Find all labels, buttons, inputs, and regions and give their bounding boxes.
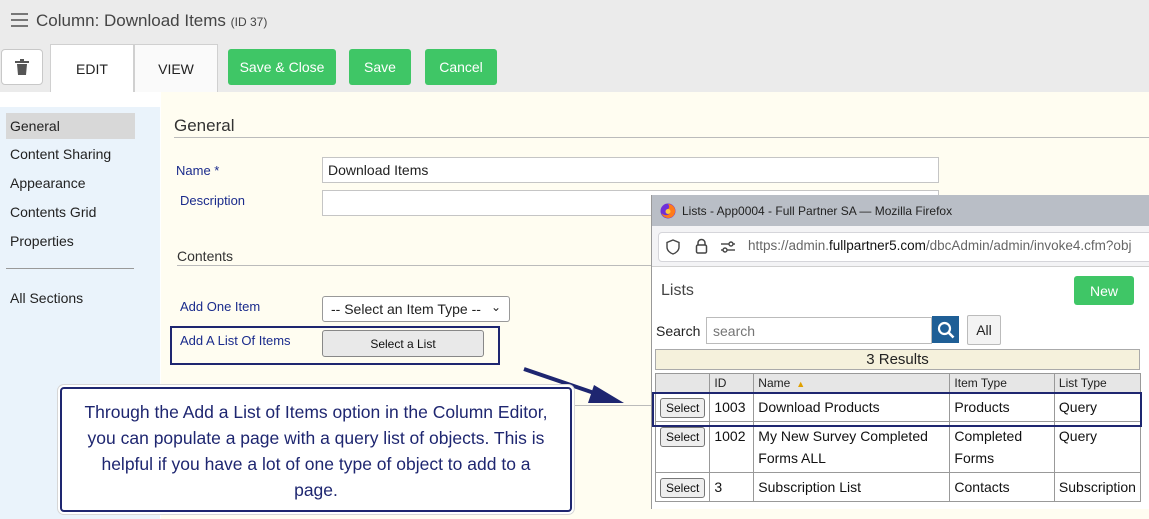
chevron-down-icon: ⌄ — [490, 300, 501, 314]
table-row: Select 1002 My New Survey Completed Form… — [654, 421, 1142, 473]
url-prefix: https://admin. — [748, 238, 830, 253]
name-input[interactable]: Download Items — [322, 157, 939, 183]
delete-button[interactable] — [1, 49, 43, 85]
top-bar: Column: Download Items (ID 37) EDIT VIEW… — [0, 0, 1149, 92]
nav-item-contents-grid[interactable]: Contents Grid — [6, 199, 135, 225]
column-header-name-label: Name — [758, 376, 791, 390]
table-cell-action: Select — [654, 421, 711, 473]
tab-view[interactable]: VIEW — [134, 44, 218, 92]
select-row-button[interactable]: Select — [660, 478, 706, 498]
table-cell-action: Select — [654, 472, 711, 502]
table-cell-id: 3 — [709, 472, 755, 502]
column-header-list-type[interactable]: List Type — [1053, 373, 1142, 393]
description-label: Description — [180, 193, 246, 208]
page-title: Column: Download Items (ID 37) — [36, 11, 267, 31]
table-header-row: ID Name ▲ Item Type List Type — [654, 373, 1142, 393]
table-cell-name: My New Survey Completed Forms ALL — [753, 421, 951, 473]
callout-box: Through the Add a List of Items option i… — [60, 387, 572, 512]
permissions-icon[interactable] — [720, 240, 736, 254]
save-close-button[interactable]: Save & Close — [228, 49, 336, 85]
first-row-highlight — [652, 392, 1142, 427]
url-text: https://admin.fullpartner5.com/dbcAdmin/… — [748, 238, 1131, 253]
lists-heading: Lists — [661, 282, 694, 299]
table-cell-list-type: Subscription — [1053, 472, 1142, 502]
popup-content: Lists New Search All 3 Results ID Name ▲ … — [652, 267, 1149, 509]
nav-item-all-sections[interactable]: All Sections — [6, 285, 135, 311]
add-one-item-label: Add One Item — [180, 299, 261, 314]
column-header-name[interactable]: Name ▲ — [753, 373, 951, 393]
search-label: Search — [656, 323, 701, 339]
url-bar: https://admin.fullpartner5.com/dbcAdmin/… — [652, 226, 1149, 267]
nav-item-general[interactable]: General — [6, 113, 135, 139]
sort-icon: ▲ — [796, 379, 806, 389]
cancel-button[interactable]: Cancel — [425, 49, 497, 85]
url-suffix: /dbcAdmin/admin/invoke4.cfm?obj — [925, 238, 1132, 253]
column-header-item-type[interactable]: Item Type — [949, 373, 1055, 393]
page-title-text: Column: Download Items — [36, 11, 226, 30]
nav-divider — [6, 268, 134, 269]
trash-icon — [15, 59, 29, 75]
results-count: 3 Results — [655, 349, 1140, 370]
table-cell-name: Subscription List — [753, 472, 951, 502]
hamburger-icon[interactable] — [11, 13, 28, 27]
add-list-label: Add A List Of Items — [180, 333, 291, 348]
nav-item-content-sharing[interactable]: Content Sharing — [6, 141, 135, 167]
popup-window-title: Lists - App0004 - Full Partner SA — Mozi… — [682, 203, 953, 218]
nav-item-appearance[interactable]: Appearance — [6, 170, 135, 196]
select-list-button[interactable]: Select a List — [322, 330, 484, 357]
firefox-icon — [660, 203, 676, 218]
contents-divider — [177, 265, 657, 266]
table-cell-id: 1002 — [709, 421, 755, 473]
general-section-title: General — [174, 116, 235, 135]
nav-item-properties[interactable]: Properties — [6, 228, 135, 254]
name-label: Name * — [176, 163, 220, 178]
table-row: Select 3 Subscription List Contacts Subs… — [654, 472, 1142, 502]
new-list-button[interactable]: New — [1074, 276, 1134, 305]
general-divider — [174, 137, 1149, 138]
item-type-select-value: -- Select an Item Type -- — [331, 301, 481, 317]
lock-icon[interactable] — [695, 238, 708, 254]
search-button[interactable] — [932, 316, 959, 343]
save-button[interactable]: Save — [349, 49, 411, 85]
search-icon — [937, 321, 954, 338]
table-cell-list-type: Query — [1053, 421, 1142, 473]
column-header-id[interactable]: ID — [709, 373, 755, 393]
shield-icon[interactable] — [666, 239, 680, 255]
select-row-button[interactable]: Select — [660, 427, 706, 447]
search-input[interactable] — [706, 317, 932, 344]
table-cell-item-type: Contacts — [949, 472, 1055, 502]
contents-section-title: Contents — [177, 248, 234, 264]
popup-title-bar: Lists - App0004 - Full Partner SA — Mozi… — [652, 195, 1149, 226]
table-cell-item-type: Completed Forms — [949, 421, 1055, 473]
tab-edit[interactable]: EDIT — [50, 44, 134, 92]
lists-popup-window: Lists - App0004 - Full Partner SA — Mozi… — [651, 195, 1149, 509]
column-header-action — [654, 373, 711, 393]
url-domain: fullpartner5.com — [829, 238, 926, 253]
page-id-label: (ID 37) — [230, 15, 268, 29]
item-type-select[interactable]: -- Select an Item Type -- ⌄ — [322, 296, 510, 322]
all-button[interactable]: All — [967, 315, 1001, 345]
